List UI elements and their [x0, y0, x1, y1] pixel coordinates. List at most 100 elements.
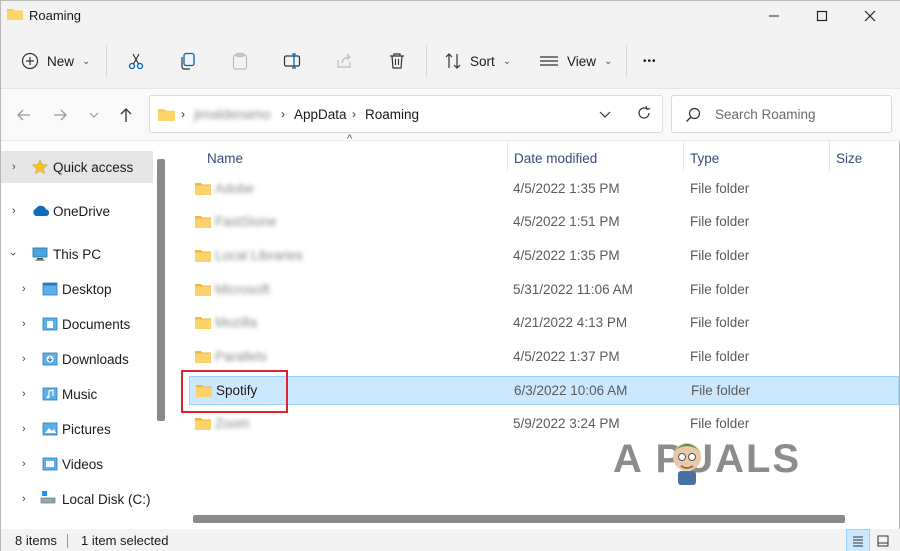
column-header-type[interactable]: Type	[690, 145, 719, 171]
large-icons-view-button[interactable]	[873, 531, 893, 551]
paste-icon	[232, 52, 248, 70]
nav-local-disk[interactable]: › Local Disk (C:)	[1, 483, 153, 515]
column-divider[interactable]	[507, 141, 508, 171]
music-icon	[42, 387, 58, 401]
plus-circle-icon	[21, 52, 39, 70]
refresh-button[interactable]	[636, 105, 652, 124]
file-date: 4/5/2022 1:37 PM	[513, 349, 620, 364]
column-label: Type	[690, 150, 720, 166]
recent-locations-button[interactable]	[82, 103, 106, 127]
breadcrumb-roaming[interactable]: Roaming	[365, 107, 419, 122]
column-divider[interactable]	[829, 141, 830, 171]
column-label: Date modified	[514, 150, 598, 166]
file-type: File folder	[690, 315, 750, 330]
nav-documents[interactable]: › Documents	[1, 308, 153, 340]
file-name: Zoom	[215, 416, 250, 431]
chevron-right-icon: ›	[12, 161, 16, 173]
nav-scrollbar-thumb[interactable]	[157, 159, 165, 421]
column-header-name[interactable]: Name	[207, 145, 243, 171]
breadcrumb-chevron-icon: ›	[181, 107, 185, 121]
file-date: 4/5/2022 1:35 PM	[513, 181, 620, 196]
view-label: View	[567, 53, 597, 69]
nav-this-pc[interactable]: › This PC	[1, 238, 153, 270]
search-box[interactable]: Search Roaming	[671, 95, 892, 133]
chevron-down-icon	[599, 111, 611, 118]
column-label: Size	[836, 150, 863, 166]
copy-icon	[181, 52, 195, 70]
address-bar[interactable]: › jimaldenamo › AppData › Roaming	[149, 95, 663, 133]
nav-label: Downloads	[62, 351, 129, 367]
nav-desktop[interactable]: › Desktop	[1, 273, 153, 305]
column-divider[interactable]	[683, 141, 684, 171]
file-row[interactable]: Mozilla 4/21/2022 4:13 PM File folder	[189, 309, 899, 338]
back-button[interactable]	[12, 103, 36, 127]
details-view-button[interactable]	[846, 529, 870, 551]
search-placeholder: Search Roaming	[715, 107, 816, 122]
nav-pictures[interactable]: › Pictures	[1, 413, 153, 445]
nav-videos[interactable]: › Videos	[1, 448, 153, 480]
star-icon	[32, 159, 48, 175]
file-row-selected[interactable]: Spotify 6/3/2022 10:06 AM File folder	[189, 376, 899, 405]
file-type: File folder	[691, 383, 751, 398]
scissors-icon	[128, 53, 144, 70]
nav-music[interactable]: › Music	[1, 378, 153, 410]
chevron-right-icon: ›	[22, 283, 26, 295]
paste-button[interactable]	[231, 33, 249, 89]
more-options-button[interactable]: •••	[643, 33, 657, 89]
maximize-button[interactable]	[799, 1, 845, 31]
file-row[interactable]: Microsoft 5/31/2022 11:06 AM File folder	[189, 276, 899, 305]
minimize-button[interactable]	[751, 1, 797, 31]
folder-icon	[195, 418, 211, 430]
sort-button[interactable]: Sort ⌄	[444, 33, 511, 89]
desktop-icon	[42, 282, 58, 296]
close-button[interactable]	[847, 1, 893, 31]
downloads-icon	[42, 352, 58, 366]
folder-icon	[195, 216, 211, 228]
file-type: File folder	[690, 416, 750, 431]
videos-icon	[42, 457, 58, 471]
file-row[interactable]: Local Libraries 4/5/2022 1:35 PM File fo…	[189, 242, 899, 271]
file-date: 4/5/2022 1:51 PM	[513, 214, 620, 229]
window-title: Roaming	[29, 8, 82, 23]
nav-onedrive[interactable]: › OneDrive	[1, 195, 153, 227]
nav-quick-access[interactable]: › Quick access	[1, 151, 153, 183]
rename-button[interactable]	[283, 33, 301, 89]
new-button[interactable]: New ⌄	[21, 33, 90, 89]
up-button[interactable]	[114, 103, 138, 127]
view-button[interactable]: View ⌄	[539, 33, 612, 89]
file-date: 6/3/2022 10:06 AM	[514, 383, 628, 398]
trash-icon	[390, 53, 404, 69]
file-row[interactable]: Zoom 5/9/2022 3:24 PM File folder	[189, 410, 899, 439]
nav-label: This PC	[53, 246, 102, 262]
breadcrumb-appdata[interactable]: AppData	[294, 107, 347, 122]
chevron-right-icon: ›	[12, 205, 16, 217]
file-type: File folder	[690, 214, 750, 229]
column-header-size[interactable]: Size	[836, 145, 862, 171]
share-button[interactable]	[335, 33, 353, 89]
sort-ascending-icon: ^	[347, 133, 353, 145]
folder-icon	[195, 351, 211, 363]
chevron-down-icon	[89, 112, 99, 118]
breadcrumb-chevron-icon: ›	[352, 107, 356, 121]
file-type: File folder	[690, 349, 750, 364]
toolbar-divider	[626, 45, 627, 77]
file-type: File folder	[690, 248, 750, 263]
nav-downloads[interactable]: › Downloads	[1, 343, 153, 375]
delete-button[interactable]	[388, 33, 406, 89]
chevron-right-icon: ›	[22, 318, 26, 330]
breadcrumb-user[interactable]: jimaldenamo	[194, 107, 271, 122]
item-count: 8 items	[15, 533, 57, 548]
folder-icon	[195, 183, 211, 195]
file-row[interactable]: FastStone 4/5/2022 1:51 PM File folder	[189, 208, 899, 237]
arrow-right-icon	[54, 109, 67, 121]
chevron-right-icon: ›	[22, 423, 26, 435]
file-row[interactable]: Parallels 4/5/2022 1:37 PM File folder	[189, 343, 899, 372]
column-header-date[interactable]: Date modified	[514, 145, 597, 171]
file-row[interactable]: Adobe 4/5/2022 1:35 PM File folder	[189, 175, 899, 204]
forward-button[interactable]	[48, 103, 72, 127]
copy-button[interactable]	[179, 33, 197, 89]
horizontal-scrollbar-thumb[interactable]	[193, 515, 845, 523]
address-history-button[interactable]	[598, 107, 612, 124]
file-name: Parallels	[215, 349, 267, 364]
cut-button[interactable]	[127, 33, 145, 89]
